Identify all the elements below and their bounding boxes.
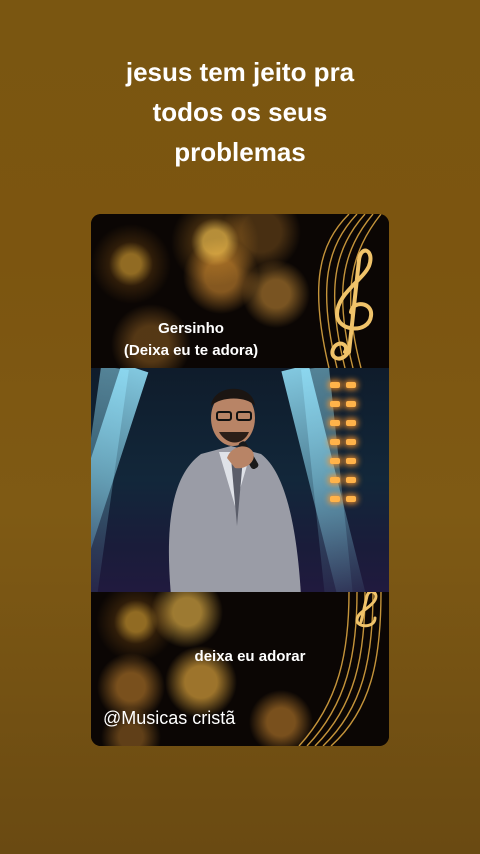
stage-light-beam [91, 368, 129, 592]
card-bottom-bokeh: deixa eu adorar @Musicas cristã [91, 592, 389, 746]
treble-clef-icon [317, 214, 382, 368]
card-top-bokeh: Gersinho (Deixa eu te adora) [91, 214, 389, 368]
story-title: jesus tem jeito pra todos os seus proble… [0, 52, 480, 172]
story-title-line: todos os seus [152, 97, 328, 127]
story-title-line: jesus tem jeito pra [125, 57, 355, 87]
account-handle[interactable]: @Musicas cristã [103, 708, 235, 729]
song-title: (Deixa eu te adora) [123, 342, 259, 359]
artist-label: Gersinho (Deixa eu te adora) [91, 318, 291, 362]
stage-light-grid [327, 378, 363, 511]
lyric-caption: deixa eu adorar [194, 648, 306, 665]
story-title-line: problemas [174, 137, 306, 167]
artist-name: Gersinho [158, 320, 224, 337]
music-staff-decoration [298, 592, 382, 746]
singer-figure [168, 388, 301, 592]
video-frame[interactable] [91, 368, 389, 592]
video-card[interactable]: Gersinho (Deixa eu te adora) deixa eu ad… [91, 214, 389, 746]
